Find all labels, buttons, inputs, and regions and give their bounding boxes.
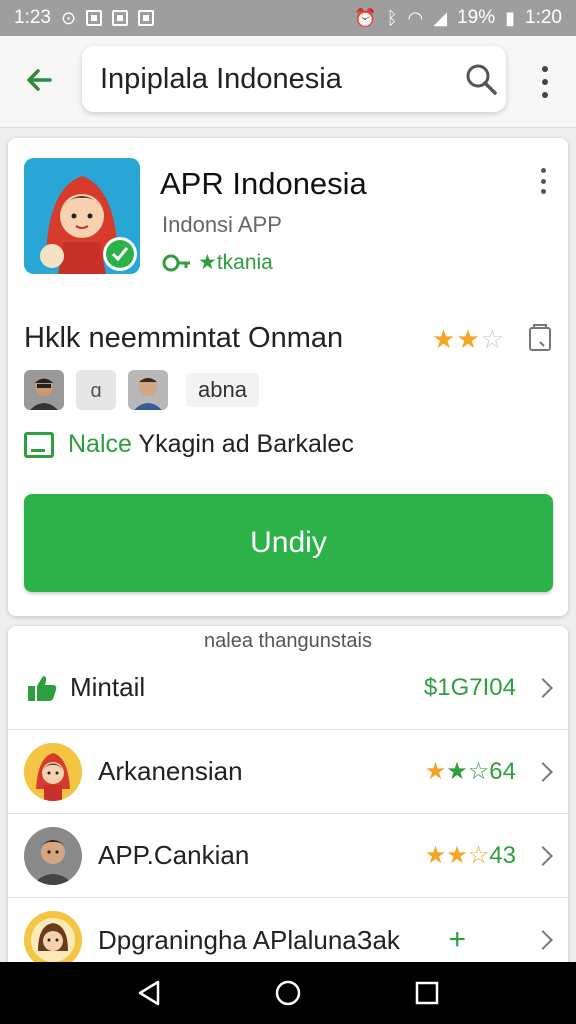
list-item-value: ★★☆43 (425, 841, 516, 870)
top-app-bar: Inpiplala Indonesia (0, 36, 576, 128)
list-item[interactable]: Mintail $1G7I04 (8, 646, 568, 730)
promo-rest: Ykagin ad Barkalec (131, 430, 354, 458)
chevron-right-icon (533, 845, 553, 866)
girl-character-icon (24, 158, 140, 274)
signal-icon: ◢ (433, 7, 448, 28)
more-vert-icon-dot (540, 189, 546, 194)
reviewer-avatar[interactable] (128, 370, 168, 410)
back-triangle-icon (139, 980, 160, 1006)
promo-text: Nalce Ykagin ad Barkalec (68, 430, 354, 459)
status-time-right: 1:20 (525, 7, 562, 28)
more-vert-icon-dot (542, 92, 548, 98)
more-vert-icon (540, 168, 546, 173)
reviewer-tag[interactable]: abna (186, 373, 259, 407)
status-time-left: 1:23 (14, 7, 51, 28)
chevron-right-icon (533, 930, 553, 950)
bluetooth-icon: ᛒ (386, 7, 398, 28)
app-badge: ★tkania (162, 250, 273, 275)
reviewer-avatar[interactable]: ɑ (76, 370, 116, 410)
list-item-avatar (24, 826, 82, 885)
status-bar: 1:23 ⊙ ⏰ ᛒ ◠ ◢ 19% ▮ 1:20 (0, 0, 576, 36)
chevron-right-icon (533, 677, 553, 698)
reviewer-avatar[interactable] (24, 370, 64, 410)
nav-back-button[interactable] (129, 973, 169, 1013)
back-arrow-icon (27, 69, 52, 91)
app-icon[interactable] (24, 158, 140, 274)
status-left: 1:23 ⊙ (14, 7, 155, 29)
promo-line[interactable]: Nalce Ykagin ad Barkalec (24, 430, 354, 459)
wifi-icon: ◠ (407, 7, 424, 28)
list-item-label: Mintail (70, 672, 146, 702)
status-right: ⏰ ᛒ ◠ ◢ 19% ▮ 1:20 (354, 7, 562, 29)
more-vert-icon (542, 66, 548, 72)
download-icon (138, 10, 155, 26)
app-tagline: Hklk neemmintat Onman (24, 322, 344, 354)
promo-highlight: Nalce (68, 430, 132, 458)
nav-recents-button[interactable] (407, 973, 447, 1013)
list-item-value-text: ★☆64 (446, 758, 516, 785)
alarm-icon: ⏰ (354, 7, 377, 28)
nav-home-button[interactable] (268, 973, 308, 1013)
back-button[interactable] (20, 60, 60, 100)
search-input[interactable]: Inpiplala Indonesia (82, 46, 506, 112)
rating-stars: ★★☆ (432, 324, 505, 355)
card-overflow-button[interactable] (538, 168, 548, 194)
system-nav-bar (0, 962, 576, 1024)
list-item-value: $1G7I04 (423, 673, 516, 701)
list-item-value-text: 43 (489, 842, 516, 869)
battery-percent: 19% (457, 7, 496, 28)
star-icon: ★ (424, 758, 447, 785)
search-icon[interactable] (464, 62, 498, 96)
notification-icon (86, 10, 103, 26)
recents-square-icon (415, 981, 438, 1005)
app-title: APR Indonesia (160, 166, 367, 201)
star-icon: ★ (456, 324, 481, 354)
more-vert-icon-dot (542, 79, 548, 85)
list-item[interactable]: Arkanensian ★★☆64 (8, 730, 568, 814)
svg-text:ɑ: ɑ (90, 380, 101, 402)
thumbs-up-icon (28, 675, 57, 701)
key-icon (162, 254, 190, 271)
star-icon: ★ (432, 324, 457, 354)
app-store-screen: 1:23 ⊙ ⏰ ᛒ ◠ ◢ 19% ▮ 1:20 Inpiplala Indo… (0, 0, 576, 1024)
star-outline-icon: ☆ (480, 324, 505, 354)
wishlist-icon[interactable] (528, 324, 552, 352)
list-item-label: Dpgraningha APlalunaЗak (98, 924, 400, 955)
related-list-card: nalea thangunstais Mintail $1G7I04 Arkan… (8, 626, 568, 986)
home-circle-icon (275, 980, 301, 1006)
add-icon[interactable]: + (448, 923, 466, 957)
list-item[interactable]: APP.Cankian ★★☆43 (8, 814, 568, 898)
photo-icon: ⊙ (60, 7, 77, 28)
overflow-menu-button[interactable] (530, 64, 560, 100)
list-item-label: Arkanensian (98, 756, 243, 786)
list-item-avatar (24, 911, 82, 969)
image-icon (112, 10, 129, 26)
app-detail-card: APR Indonesia Indonsi APP ★tkania Hklk n… (8, 138, 568, 616)
more-vert-icon-dot (540, 178, 546, 184)
install-button[interactable]: Undiy (24, 494, 553, 592)
battery-icon: ▮ (505, 7, 516, 28)
list-item-avatar (24, 742, 82, 801)
list-item-value: ★★☆64 (425, 757, 516, 786)
star-rating: ★★☆ (424, 842, 490, 869)
reviewer-row: ɑ abna (24, 370, 259, 410)
search-query: Inpiplala Indonesia (100, 63, 342, 95)
list-item-label: APP.Cankian (98, 840, 250, 870)
app-badge-label: ★tkania (198, 251, 273, 274)
app-developer[interactable]: Indonsi APP (162, 212, 282, 238)
message-icon (24, 431, 54, 458)
chevron-right-icon (533, 761, 553, 782)
